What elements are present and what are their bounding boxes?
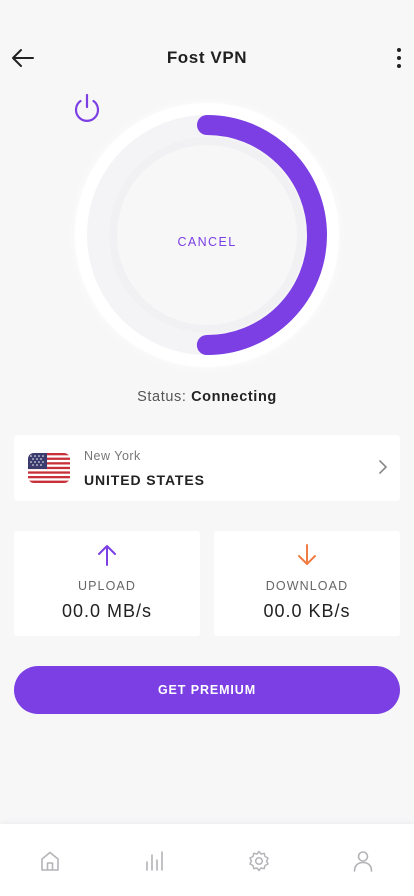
arrow-down-icon <box>298 544 316 565</box>
location-city: New York <box>84 449 141 463</box>
user-icon <box>353 851 373 872</box>
status-label: Status: <box>137 389 187 405</box>
home-icon <box>41 851 59 871</box>
arrow-up-icon <box>98 545 116 566</box>
dot-icon <box>397 56 401 60</box>
power-icon <box>74 93 100 122</box>
location-country: UNITED STATES <box>84 472 205 488</box>
tab-statistics[interactable] <box>139 846 169 876</box>
status-value: Connecting <box>191 389 277 405</box>
tab-settings[interactable] <box>244 846 274 876</box>
bar-chart-icon <box>146 851 163 871</box>
connection-status: Status: Connecting <box>0 389 414 405</box>
us-flag-icon <box>28 453 70 483</box>
cancel-button[interactable] <box>118 158 296 310</box>
tab-home[interactable] <box>35 846 65 876</box>
dot-icon <box>397 64 401 68</box>
location-selector[interactable]: New York UNITED STATES <box>14 435 400 501</box>
upload-label: UPLOAD <box>77 579 136 593</box>
more-options-button[interactable] <box>392 44 406 72</box>
gear-icon <box>249 850 269 872</box>
get-premium-button[interactable]: GET PREMIUM <box>14 666 400 714</box>
tab-profile[interactable] <box>348 846 378 876</box>
dot-icon <box>397 48 401 52</box>
download-label: DOWNLOAD <box>265 579 349 593</box>
upload-card: UPLOAD 00.0 MB/s <box>14 531 200 636</box>
download-card: DOWNLOAD 00.0 KB/s <box>214 531 400 636</box>
bottom-tab-bar <box>0 824 414 896</box>
chevron-right-icon <box>379 460 387 474</box>
page-title: Fost VPN <box>166 48 248 67</box>
download-speed: 00.0 KB/s <box>263 601 351 621</box>
upload-speed: 00.0 MB/s <box>61 601 153 621</box>
